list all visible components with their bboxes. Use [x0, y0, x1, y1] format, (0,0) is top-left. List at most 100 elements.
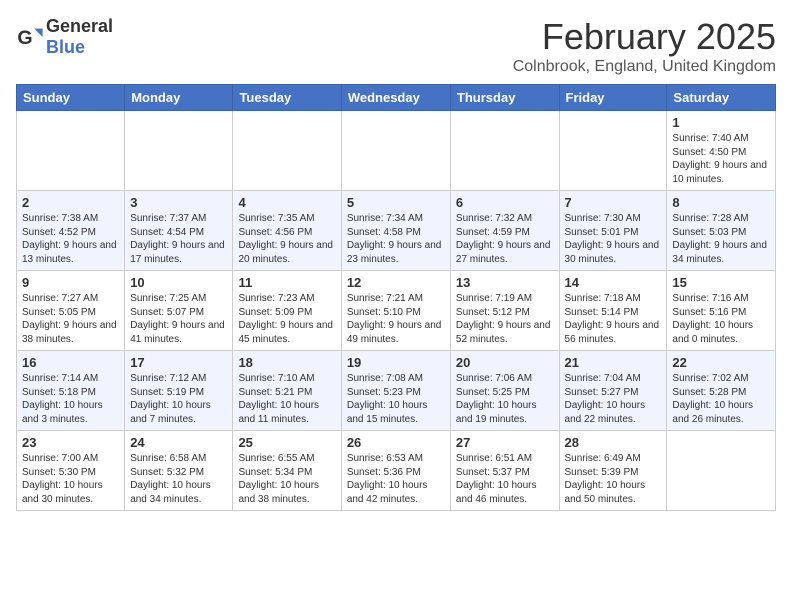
day-cell	[341, 111, 450, 191]
day-cell: 27 Sunrise: 6:51 AM Sunset: 5:37 PM Dayli…	[450, 431, 559, 511]
day-info: Sunrise: 6:49 AM Sunset: 5:39 PM Dayligh…	[565, 452, 662, 506]
day-info: Sunrise: 7:23 AM Sunset: 5:09 PM Dayligh…	[238, 292, 335, 346]
logo-blue: Blue	[46, 37, 85, 57]
day-number: 8	[672, 195, 770, 210]
day-number: 22	[672, 355, 770, 370]
day-number: 2	[22, 195, 119, 210]
week-row-2: 2 Sunrise: 7:38 AM Sunset: 4:52 PM Daylig…	[17, 191, 776, 271]
day-info: Sunrise: 7:40 AM Sunset: 4:50 PM Dayligh…	[672, 132, 770, 186]
day-cell: 11 Sunrise: 7:23 AM Sunset: 5:09 PM Dayli…	[233, 271, 341, 351]
day-number: 20	[456, 355, 554, 370]
day-number: 5	[347, 195, 445, 210]
day-cell: 7 Sunrise: 7:30 AM Sunset: 5:01 PM Daylig…	[559, 191, 667, 271]
day-cell: 3 Sunrise: 7:37 AM Sunset: 4:54 PM Daylig…	[125, 191, 233, 271]
day-cell: 2 Sunrise: 7:38 AM Sunset: 4:52 PM Daylig…	[17, 191, 125, 271]
month-title: February 2025	[513, 16, 776, 58]
location-title: Colnbrook, England, United Kingdom	[513, 58, 776, 76]
day-info: Sunrise: 7:21 AM Sunset: 5:10 PM Dayligh…	[347, 292, 445, 346]
day-cell	[233, 111, 341, 191]
day-number: 11	[238, 275, 335, 290]
day-cell: 16Sunrise: 7:14 AM Sunset: 5:18 PM Dayli…	[17, 351, 125, 431]
day-cell: 10 Sunrise: 7:25 AM Sunset: 5:07 PM Dayli…	[125, 271, 233, 351]
weekday-header-tuesday: Tuesday	[233, 85, 341, 111]
logo-general: General	[46, 16, 113, 36]
logo-icon: G	[16, 23, 44, 51]
day-number: 3	[130, 195, 227, 210]
day-info: Sunrise: 7:30 AM Sunset: 5:01 PM Dayligh…	[565, 212, 662, 266]
day-cell: 18Sunrise: 7:10 AM Sunset: 5:21 PM Dayli…	[233, 351, 341, 431]
day-cell: 8 Sunrise: 7:28 AM Sunset: 5:03 PM Daylig…	[667, 191, 776, 271]
day-cell: 14Sunrise: 7:18 AM Sunset: 5:14 PM Dayli…	[559, 271, 667, 351]
day-number: 24	[130, 435, 227, 450]
day-info: Sunrise: 6:53 AM Sunset: 5:36 PM Dayligh…	[347, 452, 445, 506]
day-number: 1	[672, 115, 770, 130]
day-info: Sunrise: 7:04 AM Sunset: 5:27 PM Dayligh…	[565, 372, 662, 426]
day-cell: 4Sunrise: 7:35 AM Sunset: 4:56 PM Daylig…	[233, 191, 341, 271]
day-info: Sunrise: 7:19 AM Sunset: 5:12 PM Dayligh…	[456, 292, 554, 346]
day-info: Sunrise: 7:32 AM Sunset: 4:59 PM Dayligh…	[456, 212, 554, 266]
weekday-header-saturday: Saturday	[667, 85, 776, 111]
weekday-header-monday: Monday	[125, 85, 233, 111]
day-number: 13	[456, 275, 554, 290]
day-cell: 9 Sunrise: 7:27 AM Sunset: 5:05 PM Daylig…	[17, 271, 125, 351]
day-number: 4	[238, 195, 335, 210]
day-number: 7	[565, 195, 662, 210]
title-block: February 2025 Colnbrook, England, United…	[513, 16, 776, 76]
weekday-header-wednesday: Wednesday	[341, 85, 450, 111]
day-info: Sunrise: 7:10 AM Sunset: 5:21 PM Dayligh…	[238, 372, 335, 426]
day-info: Sunrise: 7:28 AM Sunset: 5:03 PM Dayligh…	[672, 212, 770, 266]
week-row-4: 16Sunrise: 7:14 AM Sunset: 5:18 PM Dayli…	[17, 351, 776, 431]
day-info: Sunrise: 7:38 AM Sunset: 4:52 PM Dayligh…	[22, 212, 119, 266]
day-cell: 20 Sunrise: 7:06 AM Sunset: 5:25 PM Dayli…	[450, 351, 559, 431]
day-cell: 23 Sunrise: 7:00 AM Sunset: 5:30 PM Dayli…	[17, 431, 125, 511]
day-cell	[667, 431, 776, 511]
day-cell: 13 Sunrise: 7:19 AM Sunset: 5:12 PM Dayli…	[450, 271, 559, 351]
day-info: Sunrise: 7:08 AM Sunset: 5:23 PM Dayligh…	[347, 372, 445, 426]
day-cell	[125, 111, 233, 191]
day-cell: 22 Sunrise: 7:02 AM Sunset: 5:28 PM Dayli…	[667, 351, 776, 431]
day-cell: 12 Sunrise: 7:21 AM Sunset: 5:10 PM Dayli…	[341, 271, 450, 351]
day-info: Sunrise: 6:51 AM Sunset: 5:37 PM Dayligh…	[456, 452, 554, 506]
day-info: Sunrise: 7:06 AM Sunset: 5:25 PM Dayligh…	[456, 372, 554, 426]
svg-text:G: G	[17, 27, 32, 49]
weekday-header-friday: Friday	[559, 85, 667, 111]
day-info: Sunrise: 7:34 AM Sunset: 4:58 PM Dayligh…	[347, 212, 445, 266]
day-info: Sunrise: 6:58 AM Sunset: 5:32 PM Dayligh…	[130, 452, 227, 506]
day-cell: 25 Sunrise: 6:55 AM Sunset: 5:34 PM Dayli…	[233, 431, 341, 511]
day-info: Sunrise: 7:18 AM Sunset: 5:14 PM Dayligh…	[565, 292, 662, 346]
day-info: Sunrise: 7:12 AM Sunset: 5:19 PM Dayligh…	[130, 372, 227, 426]
weekday-header-sunday: Sunday	[17, 85, 125, 111]
day-cell: 19Sunrise: 7:08 AM Sunset: 5:23 PM Dayli…	[341, 351, 450, 431]
day-cell: 15Sunrise: 7:16 AM Sunset: 5:16 PM Dayli…	[667, 271, 776, 351]
day-number: 10	[130, 275, 227, 290]
day-cell: 6 Sunrise: 7:32 AM Sunset: 4:59 PM Daylig…	[450, 191, 559, 271]
day-number: 23	[22, 435, 119, 450]
day-info: Sunrise: 7:00 AM Sunset: 5:30 PM Dayligh…	[22, 452, 119, 506]
day-number: 27	[456, 435, 554, 450]
day-number: 17	[130, 355, 227, 370]
day-info: Sunrise: 6:55 AM Sunset: 5:34 PM Dayligh…	[238, 452, 335, 506]
weekday-header-thursday: Thursday	[450, 85, 559, 111]
day-cell	[450, 111, 559, 191]
day-cell: 28 Sunrise: 6:49 AM Sunset: 5:39 PM Dayli…	[559, 431, 667, 511]
day-info: Sunrise: 7:37 AM Sunset: 4:54 PM Dayligh…	[130, 212, 227, 266]
page-header: G General Blue February 2025 Colnbrook, …	[16, 16, 776, 76]
day-number: 6	[456, 195, 554, 210]
day-number: 28	[565, 435, 662, 450]
day-number: 12	[347, 275, 445, 290]
week-row-3: 9 Sunrise: 7:27 AM Sunset: 5:05 PM Daylig…	[17, 271, 776, 351]
day-number: 25	[238, 435, 335, 450]
day-number: 26	[347, 435, 445, 450]
day-cell: 21Sunrise: 7:04 AM Sunset: 5:27 PM Dayli…	[559, 351, 667, 431]
weekday-header-row: SundayMondayTuesdayWednesdayThursdayFrid…	[17, 85, 776, 111]
day-cell	[17, 111, 125, 191]
day-number: 9	[22, 275, 119, 290]
logo: G General Blue	[16, 16, 113, 58]
day-cell	[559, 111, 667, 191]
day-cell: 24 Sunrise: 6:58 AM Sunset: 5:32 PM Dayli…	[125, 431, 233, 511]
day-info: Sunrise: 7:02 AM Sunset: 5:28 PM Dayligh…	[672, 372, 770, 426]
day-cell: 17 Sunrise: 7:12 AM Sunset: 5:19 PM Dayli…	[125, 351, 233, 431]
day-info: Sunrise: 7:27 AM Sunset: 5:05 PM Dayligh…	[22, 292, 119, 346]
day-cell: 5 Sunrise: 7:34 AM Sunset: 4:58 PM Daylig…	[341, 191, 450, 271]
day-info: Sunrise: 7:25 AM Sunset: 5:07 PM Dayligh…	[130, 292, 227, 346]
